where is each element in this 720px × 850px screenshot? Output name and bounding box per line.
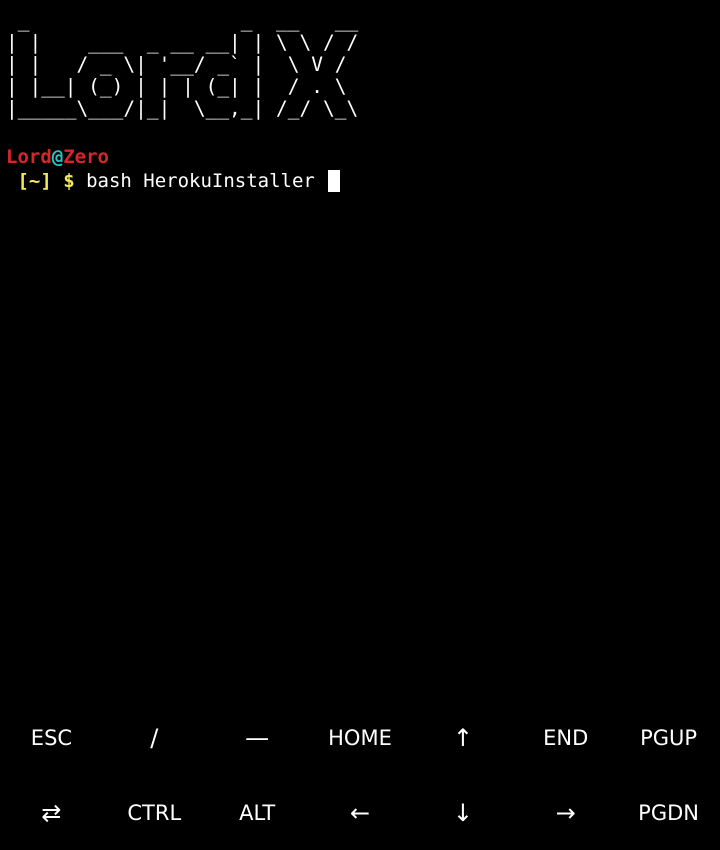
pgdn-key[interactable]: PGDN [617,775,720,850]
extra-keys-row-1: ESC / — HOME ↑ END PGUP [0,700,720,775]
arrow-down-key[interactable]: ↓ [411,775,514,850]
prompt-user: Lord [6,146,52,168]
home-key[interactable]: HOME [309,700,412,775]
end-key[interactable]: END [514,700,617,775]
ctrl-key[interactable]: CTRL [103,775,206,850]
banner-line: | |__| (_) | | | (_| | / . \ [6,75,359,98]
terminal-view[interactable]: _ _ __ __ | | ___ _ __ __| | \ \ / / | |… [6,10,714,193]
ascii-banner: _ _ __ __ | | ___ _ __ __| | \ \ / / | |… [6,10,714,120]
arrow-right-key[interactable]: → [514,775,617,850]
prompt-directory: [~] [6,170,52,192]
banner-line: | | / _ \| '__/ _` | \ V / [6,53,359,76]
esc-key[interactable]: ESC [0,700,103,775]
banner-line: | | ___ _ __ __| | \ \ / / [6,31,359,54]
prompt-user-host: Lord@Zero [6,145,714,169]
dash-key[interactable]: — [206,700,309,775]
command-input[interactable]: bash HerokuInstaller [75,169,327,193]
alt-key[interactable]: ALT [206,775,309,850]
arrow-up-key[interactable]: ↑ [411,700,514,775]
banner-line: |_____\___/|_| \__,_| /_/ \_\ [6,97,359,120]
prompt-host: Zero [63,146,109,168]
slash-key[interactable]: / [103,700,206,775]
arrow-left-key[interactable]: ← [309,775,412,850]
extra-keys-row-2: ⇄ CTRL ALT ← ↓ → PGDN [0,775,720,850]
tab-key[interactable]: ⇄ [0,775,103,850]
text-cursor [328,170,341,192]
prompt-symbol: $ [51,170,75,192]
prompt-at: @ [51,146,64,168]
command-line[interactable]: [~] $ bash HerokuInstaller [6,169,714,193]
pgup-key[interactable]: PGUP [617,700,720,775]
extra-keys-bar: ESC / — HOME ↑ END PGUP ⇄ CTRL ALT ← ↓ →… [0,700,720,850]
banner-line: _ _ __ __ [6,9,359,32]
